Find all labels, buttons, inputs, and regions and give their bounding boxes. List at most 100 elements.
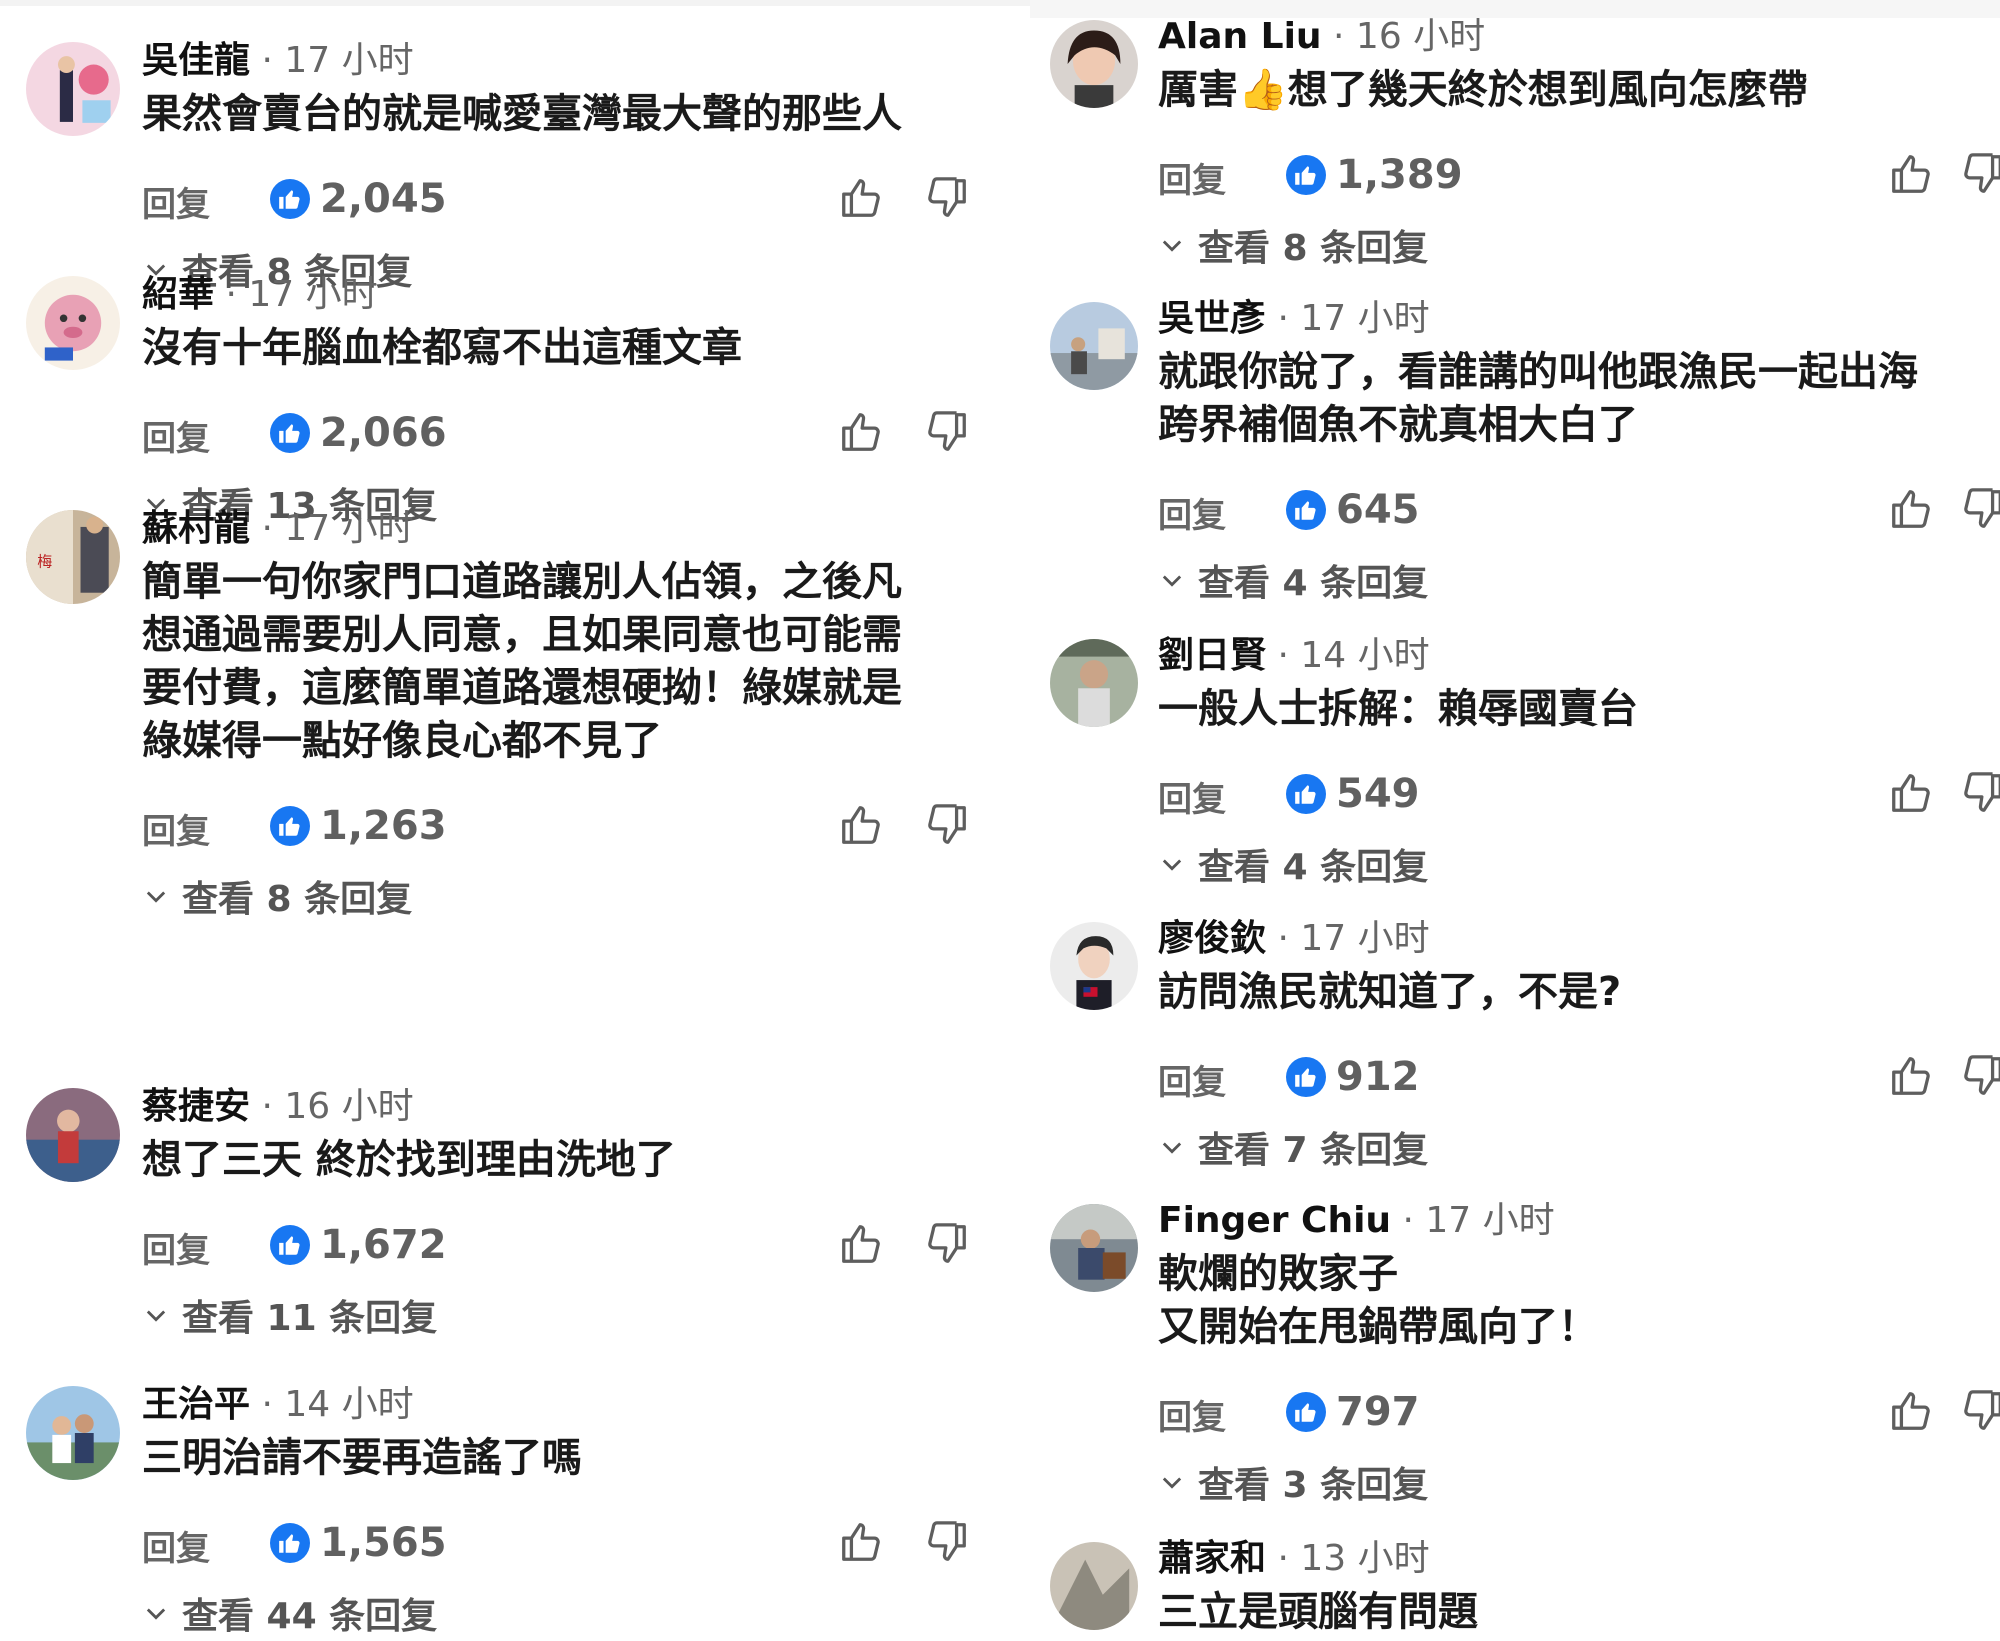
comment-author[interactable]: 王治平	[142, 1384, 250, 1425]
view-replies-label: 查看 4 条回复	[1198, 563, 1429, 604]
reply-button[interactable]: 回复	[1158, 772, 1226, 821]
separator-dot: ·	[1321, 16, 1356, 57]
separator-dot: ·	[1266, 918, 1301, 959]
view-replies-label: 查看 44 条回复	[182, 1596, 438, 1637]
avatar[interactable]	[1050, 302, 1138, 390]
avatar[interactable]	[1050, 639, 1138, 727]
thumbs-up-icon[interactable]	[1888, 1053, 1934, 1099]
like-count-group: 2,045	[270, 171, 447, 227]
reply-button[interactable]: 回复	[1158, 1055, 1226, 1104]
reply-button[interactable]: 回复	[1158, 153, 1226, 202]
comment-text: 一般人士拆解：賴辱國賣台	[1158, 686, 1638, 732]
thumbs-down-icon[interactable]	[1960, 151, 2000, 197]
reply-button[interactable]: 回复	[142, 177, 210, 226]
avatar[interactable]	[1050, 1204, 1138, 1292]
like-badge-icon	[1286, 155, 1326, 195]
comments-column-right: Alan Liu · 16 小时 厲害👍想了幾天終於想到風向怎麼帶 回复 1,3…	[1030, 0, 2000, 1641]
separator-dot: ·	[1266, 635, 1301, 676]
like-count: 797	[1336, 1389, 1420, 1435]
comment-author[interactable]: 吳佳龍	[142, 40, 250, 81]
like-count-group: 1,263	[270, 798, 447, 854]
comment-text: 想了三天 終於找到理由洗地了	[142, 1137, 676, 1183]
thumbs-down-icon[interactable]	[924, 802, 970, 848]
view-replies-label: 查看 7 条回复	[1198, 1130, 1429, 1171]
view-replies-button[interactable]: 查看 4 条回复	[1158, 836, 2000, 892]
comment-author[interactable]: 廖俊欽	[1158, 918, 1266, 959]
thumbs-up-icon[interactable]	[838, 802, 884, 848]
reply-button[interactable]: 回复	[142, 411, 210, 460]
thumbs-up-icon[interactable]	[838, 175, 884, 221]
like-badge-icon	[270, 806, 310, 846]
like-count: 912	[1336, 1054, 1420, 1100]
like-count: 1,263	[320, 803, 447, 849]
comment-author[interactable]: Finger Chiu	[1158, 1200, 1391, 1241]
reply-button[interactable]: 回复	[142, 1223, 210, 1272]
thumbs-up-icon[interactable]	[1888, 1388, 1934, 1434]
avatar[interactable]	[26, 42, 120, 136]
thumbs-down-icon[interactable]	[1960, 1053, 2000, 1099]
thumbs-down-icon[interactable]	[1960, 1388, 2000, 1434]
chevron-down-icon	[146, 1608, 166, 1620]
separator-dot: ·	[250, 508, 285, 549]
thumbs-down-icon[interactable]	[1960, 486, 2000, 532]
view-replies-label: 查看 8 条回复	[182, 879, 413, 920]
thumbs-up-icon[interactable]	[838, 1519, 884, 1565]
comment-text: 厲害👍想了幾天終於想到風向怎麼帶	[1158, 67, 1808, 113]
view-replies-button[interactable]: 查看 11 条回复	[142, 1287, 970, 1343]
avatar[interactable]	[26, 1088, 120, 1182]
comment-time: 17 小时	[1425, 1200, 1555, 1241]
avatar[interactable]	[1050, 1542, 1138, 1630]
view-replies-button[interactable]: 查看 7 条回复	[1158, 1119, 2000, 1175]
like-count-group: 1,389	[1286, 147, 1463, 203]
like-count-group: 912	[1286, 1049, 1420, 1105]
comment-time: 14 小时	[284, 1384, 414, 1425]
chevron-down-icon	[1162, 240, 1182, 252]
like-badge-icon	[270, 179, 310, 219]
reply-button[interactable]: 回复	[1158, 1390, 1226, 1439]
view-replies-button[interactable]: 查看 44 条回复	[142, 1585, 970, 1641]
thumbs-up-icon[interactable]	[1888, 151, 1934, 197]
comment-author[interactable]: 吳世彥	[1158, 298, 1266, 339]
comment-author[interactable]: 蕭家和	[1158, 1538, 1266, 1579]
comment-time: 13 小时	[1300, 1538, 1430, 1579]
view-replies-button[interactable]: 查看 4 条回复	[1158, 552, 2000, 608]
avatar[interactable]: 梅	[26, 510, 120, 604]
comment-author[interactable]: Alan Liu	[1158, 16, 1322, 57]
separator-dot: ·	[250, 1086, 285, 1127]
comment-author[interactable]: 紹華	[142, 274, 214, 315]
like-count-group: 645	[1286, 482, 1420, 538]
thumbs-up-icon[interactable]	[838, 409, 884, 455]
avatar[interactable]	[26, 276, 120, 370]
svg-text:梅: 梅	[37, 552, 52, 570]
view-replies-button[interactable]: 查看 3 条回复	[1158, 1454, 2000, 1510]
avatar[interactable]	[26, 1386, 120, 1480]
like-badge-icon	[1286, 490, 1326, 530]
thumbs-down-icon[interactable]	[924, 1519, 970, 1565]
separator-dot: ·	[1266, 298, 1301, 339]
reply-button[interactable]: 回复	[142, 1521, 210, 1570]
thumbs-down-icon[interactable]	[924, 175, 970, 221]
comment-author[interactable]: 蔡捷安	[142, 1086, 250, 1127]
avatar[interactable]	[1050, 20, 1138, 108]
chevron-down-icon	[1162, 575, 1182, 587]
comment-author[interactable]: 蘇村龍	[142, 508, 250, 549]
view-replies-button[interactable]: 查看 8 条回复	[1158, 217, 2000, 273]
like-badge-icon	[270, 1523, 310, 1563]
thumbs-up-icon[interactable]	[838, 1221, 884, 1267]
comment-author[interactable]: 劉日賢	[1158, 635, 1266, 676]
comment-text: 三立是頭腦有問題	[1158, 1589, 1478, 1635]
like-count: 1,389	[1336, 152, 1463, 198]
separator-dot: ·	[1266, 1538, 1301, 1579]
like-count-group: 2,066	[270, 405, 447, 461]
thumbs-down-icon[interactable]	[924, 409, 970, 455]
thumbs-up-icon[interactable]	[1888, 770, 1934, 816]
comment-text: 沒有十年腦血栓都寫不出這種文章	[142, 325, 742, 371]
reply-button[interactable]: 回复	[142, 804, 210, 853]
thumbs-down-icon[interactable]	[924, 1221, 970, 1267]
thumbs-up-icon[interactable]	[1888, 486, 1934, 532]
reply-button[interactable]: 回复	[1158, 488, 1226, 537]
thumbs-down-icon[interactable]	[1960, 770, 2000, 816]
avatar[interactable]	[1050, 922, 1138, 1010]
comment-text: 三明治請不要再造謠了嗎	[142, 1435, 582, 1481]
view-replies-button[interactable]: 查看 8 条回复	[142, 868, 970, 924]
